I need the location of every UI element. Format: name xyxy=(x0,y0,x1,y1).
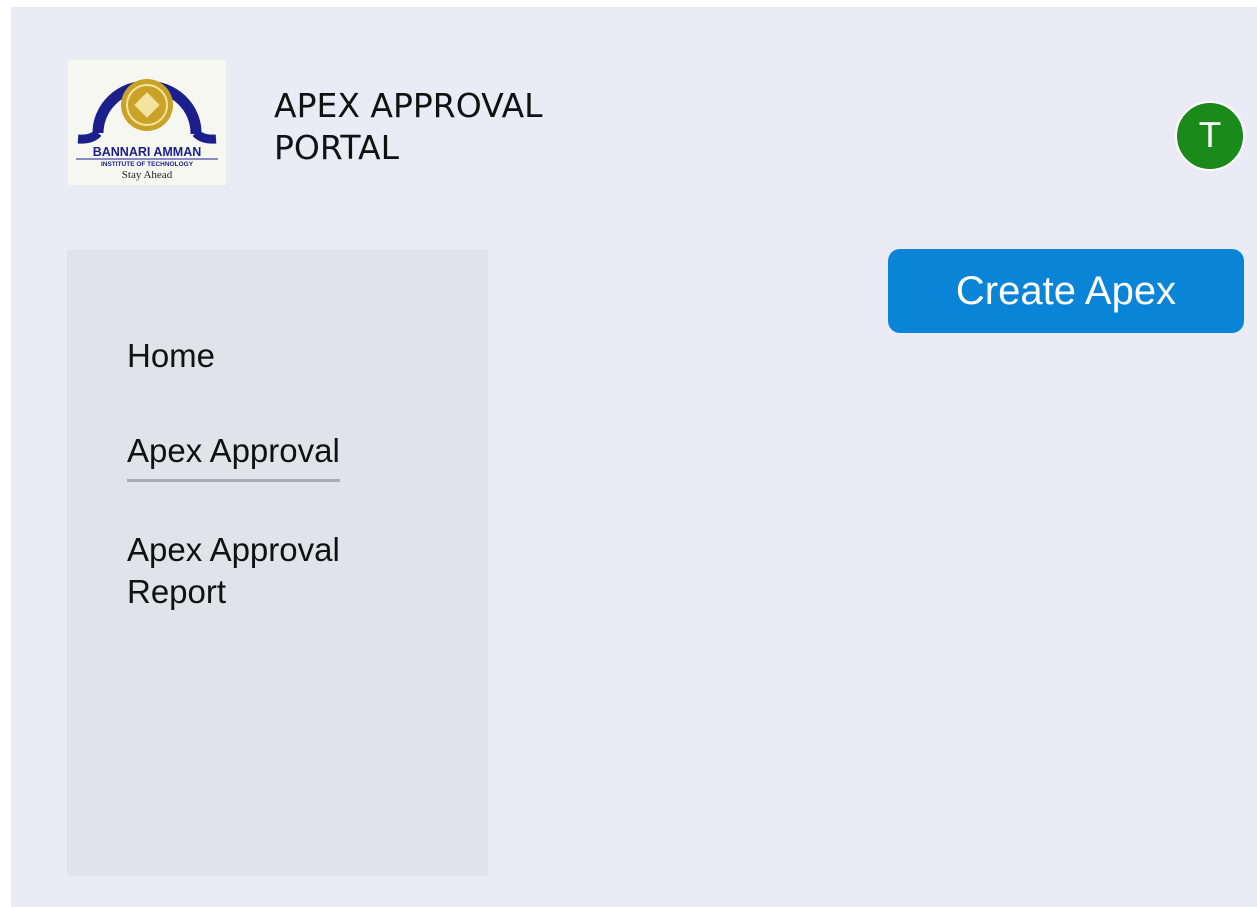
sidebar-item-apex-approval-report[interactable]: Apex Approval Report xyxy=(127,529,340,613)
institute-logo: BANNARI AMMAN INSTITUTE OF TECHNOLOGY St… xyxy=(68,60,226,185)
logo-name: BANNARI AMMAN xyxy=(93,145,202,159)
create-apex-button[interactable]: Create Apex xyxy=(888,249,1244,333)
sidebar-item-home[interactable]: Home xyxy=(127,335,215,377)
app-root: BANNARI AMMAN INSTITUTE OF TECHNOLOGY St… xyxy=(11,7,1257,907)
portal-title: APEX APPROVAL PORTAL xyxy=(274,86,543,167)
sidebar-item-apex-approval[interactable]: Apex Approval xyxy=(127,430,340,482)
logo-subtitle: INSTITUTE OF TECHNOLOGY xyxy=(101,161,194,168)
logo-tagline: Stay Ahead xyxy=(122,169,173,181)
sidebar: Home Apex Approval Apex Approval Report xyxy=(67,250,488,876)
omega-logo-icon: BANNARI AMMAN INSTITUTE OF TECHNOLOGY St… xyxy=(76,79,218,181)
user-avatar[interactable]: T xyxy=(1175,101,1245,171)
